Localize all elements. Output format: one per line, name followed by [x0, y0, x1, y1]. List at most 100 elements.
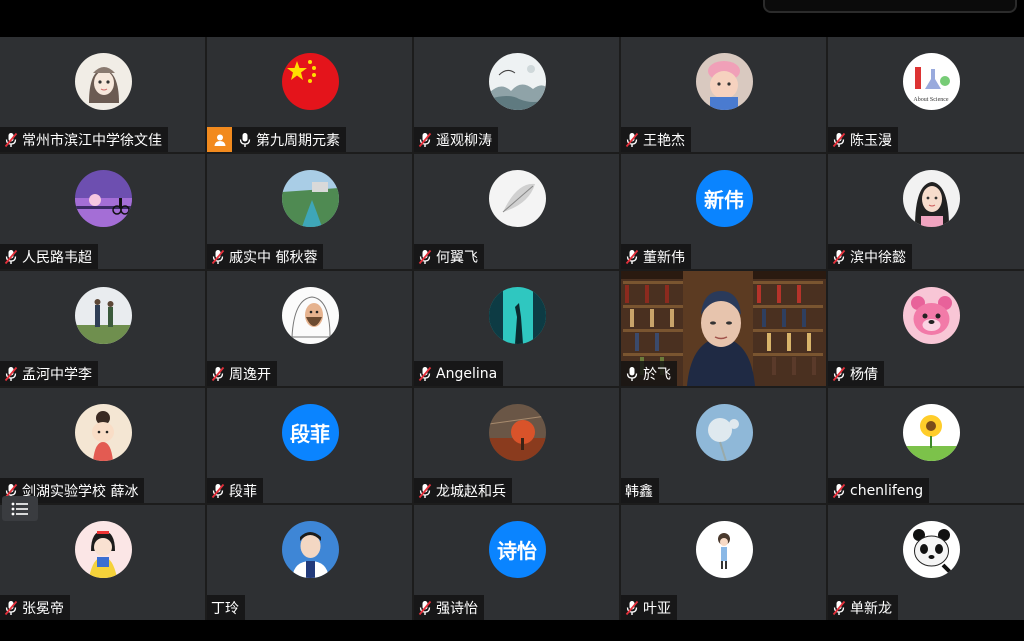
- initials-avatar: 新伟: [695, 170, 753, 227]
- participant-tile[interactable]: 叶亚: [621, 505, 826, 620]
- participant-name: chenlifeng: [850, 482, 924, 499]
- participant-tile[interactable]: 韩鑫: [621, 388, 826, 503]
- mic-muted-icon[interactable]: [418, 249, 432, 265]
- pink-bear-avatar: [902, 287, 960, 344]
- sunset-cyclist-avatar: [74, 170, 132, 227]
- top-control-pill[interactable]: [763, 0, 1017, 13]
- participant-tile[interactable]: 单新龙: [828, 505, 1024, 620]
- participant-name-tag: 段菲: [207, 478, 263, 503]
- mic-muted-icon[interactable]: [418, 132, 432, 148]
- participant-name-tag: 单新龙: [828, 595, 898, 620]
- participant-tile[interactable]: 常州市滨江中学徐文佳: [0, 37, 205, 152]
- participant-name-tag: Angelina: [414, 361, 504, 386]
- mic-muted-icon[interactable]: [832, 132, 846, 148]
- mic-muted-icon[interactable]: [625, 600, 639, 616]
- participant-tile[interactable]: 第九周期元素: [207, 37, 412, 152]
- participant-name: 人民路韦超: [22, 249, 92, 266]
- participant-name-tag: 戚实中 郁秋蓉: [207, 244, 324, 269]
- participant-grid: 常州市滨江中学徐文佳 第九周期元素 遥观柳涛 王艳杰 About Science …: [0, 37, 1024, 620]
- participant-tile[interactable]: 周逸开: [207, 271, 412, 386]
- participant-name: 叶亚: [643, 600, 671, 617]
- participant-name-tag: 陈玉漫: [828, 127, 898, 152]
- mic-icon[interactable]: [625, 366, 639, 382]
- participant-name: 遥观柳涛: [436, 132, 492, 149]
- participant-tile[interactable]: 何翼飞: [414, 154, 619, 269]
- dandelion-avatar: [695, 404, 753, 461]
- participant-name-tag: 王艳杰: [621, 127, 691, 152]
- participant-tile[interactable]: 於飞: [621, 271, 826, 386]
- mic-muted-icon[interactable]: [418, 600, 432, 616]
- participant-name-tag: 杨倩: [828, 361, 884, 386]
- cartoon-girl-avatar: [74, 404, 132, 461]
- mic-muted-icon[interactable]: [832, 483, 846, 499]
- participant-tile[interactable]: 段菲 段菲: [207, 388, 412, 503]
- mic-muted-icon[interactable]: [625, 249, 639, 265]
- mic-muted-icon[interactable]: [418, 366, 432, 382]
- girl-sketch-avatar: [74, 53, 132, 110]
- participant-name: 强诗怡: [436, 600, 478, 617]
- participant-name-tag: 常州市滨江中学徐文佳: [0, 127, 168, 152]
- participant-tile[interactable]: 戚实中 郁秋蓉: [207, 154, 412, 269]
- panda-avatar: [902, 521, 960, 578]
- participant-tile[interactable]: About Science 陈玉漫: [828, 37, 1024, 152]
- mic-muted-icon[interactable]: [832, 249, 846, 265]
- participant-tile[interactable]: 新伟 董新伟: [621, 154, 826, 269]
- participant-name: 滨中徐懿: [850, 249, 906, 266]
- user-icon: [214, 134, 225, 146]
- initials-avatar: 段菲: [281, 404, 339, 461]
- mic-muted-icon[interactable]: [418, 483, 432, 499]
- mic-muted-icon[interactable]: [211, 483, 225, 499]
- couple-field-avatar: [74, 287, 132, 344]
- participant-name-tag: 韩鑫: [621, 478, 659, 503]
- participant-tile[interactable]: 龙城赵和兵: [414, 388, 619, 503]
- bottom-bar: [0, 620, 1024, 641]
- top-bar: [0, 0, 1024, 37]
- participant-tile[interactable]: 张冕帝: [0, 505, 205, 620]
- participant-tile[interactable]: 滨中徐懿: [828, 154, 1024, 269]
- mic-muted-icon[interactable]: [625, 132, 639, 148]
- participant-name: 陈玉漫: [850, 132, 892, 149]
- mic-muted-icon[interactable]: [4, 132, 18, 148]
- participant-tile[interactable]: 杨倩: [828, 271, 1024, 386]
- mic-muted-icon[interactable]: [832, 366, 846, 382]
- participant-name-tag: 遥观柳涛: [414, 127, 498, 152]
- portrait-drawing-avatar: [281, 287, 339, 344]
- mic-icon[interactable]: [238, 132, 252, 148]
- participant-name: 常州市滨江中学徐文佳: [22, 132, 162, 149]
- participant-tile[interactable]: 丁玲: [207, 505, 412, 620]
- about-science-avatar: About Science: [902, 53, 960, 110]
- participant-name-tag: 滨中徐懿: [828, 244, 912, 269]
- participant-name: 段菲: [229, 483, 257, 500]
- participant-tile[interactable]: Angelina: [414, 271, 619, 386]
- initials-avatar: 诗怡: [488, 521, 546, 578]
- participant-tile[interactable]: 人民路韦超: [0, 154, 205, 269]
- participant-name-tag: 孟河中学李: [0, 361, 98, 386]
- list-menu-button[interactable]: [2, 496, 38, 521]
- mic-muted-icon[interactable]: [4, 366, 18, 382]
- participant-name: 戚实中 郁秋蓉: [229, 249, 318, 266]
- participant-tile[interactable]: 剑湖实验学校 薛冰: [0, 388, 205, 503]
- participant-tile[interactable]: chenlifeng: [828, 388, 1024, 503]
- participant-tile[interactable]: 诗怡 强诗怡: [414, 505, 619, 620]
- participant-name: 丁玲: [211, 600, 239, 617]
- participant-name: 孟河中学李: [22, 366, 92, 383]
- participant-name: 王艳杰: [643, 132, 685, 149]
- mic-muted-icon[interactable]: [211, 249, 225, 265]
- snow-white-avatar: [74, 521, 132, 578]
- participant-name: 於飞: [643, 366, 671, 383]
- participant-name: 龙城赵和兵: [436, 483, 506, 500]
- participant-name-tag: 叶亚: [621, 595, 677, 620]
- participant-name-tag: 龙城赵和兵: [414, 478, 512, 503]
- participant-name-tag: 周逸开: [207, 361, 277, 386]
- participant-name: Angelina: [436, 365, 498, 382]
- participant-tile[interactable]: 孟河中学李: [0, 271, 205, 386]
- mic-muted-icon[interactable]: [4, 600, 18, 616]
- mic-muted-icon[interactable]: [832, 600, 846, 616]
- list-menu-icon: [11, 502, 28, 515]
- participant-tile[interactable]: 王艳杰: [621, 37, 826, 152]
- participant-name-tag: 人民路韦超: [0, 244, 98, 269]
- mic-muted-icon[interactable]: [4, 249, 18, 265]
- participant-tile[interactable]: 遥观柳涛: [414, 37, 619, 152]
- mic-muted-icon[interactable]: [211, 366, 225, 382]
- participant-name: 杨倩: [850, 366, 878, 383]
